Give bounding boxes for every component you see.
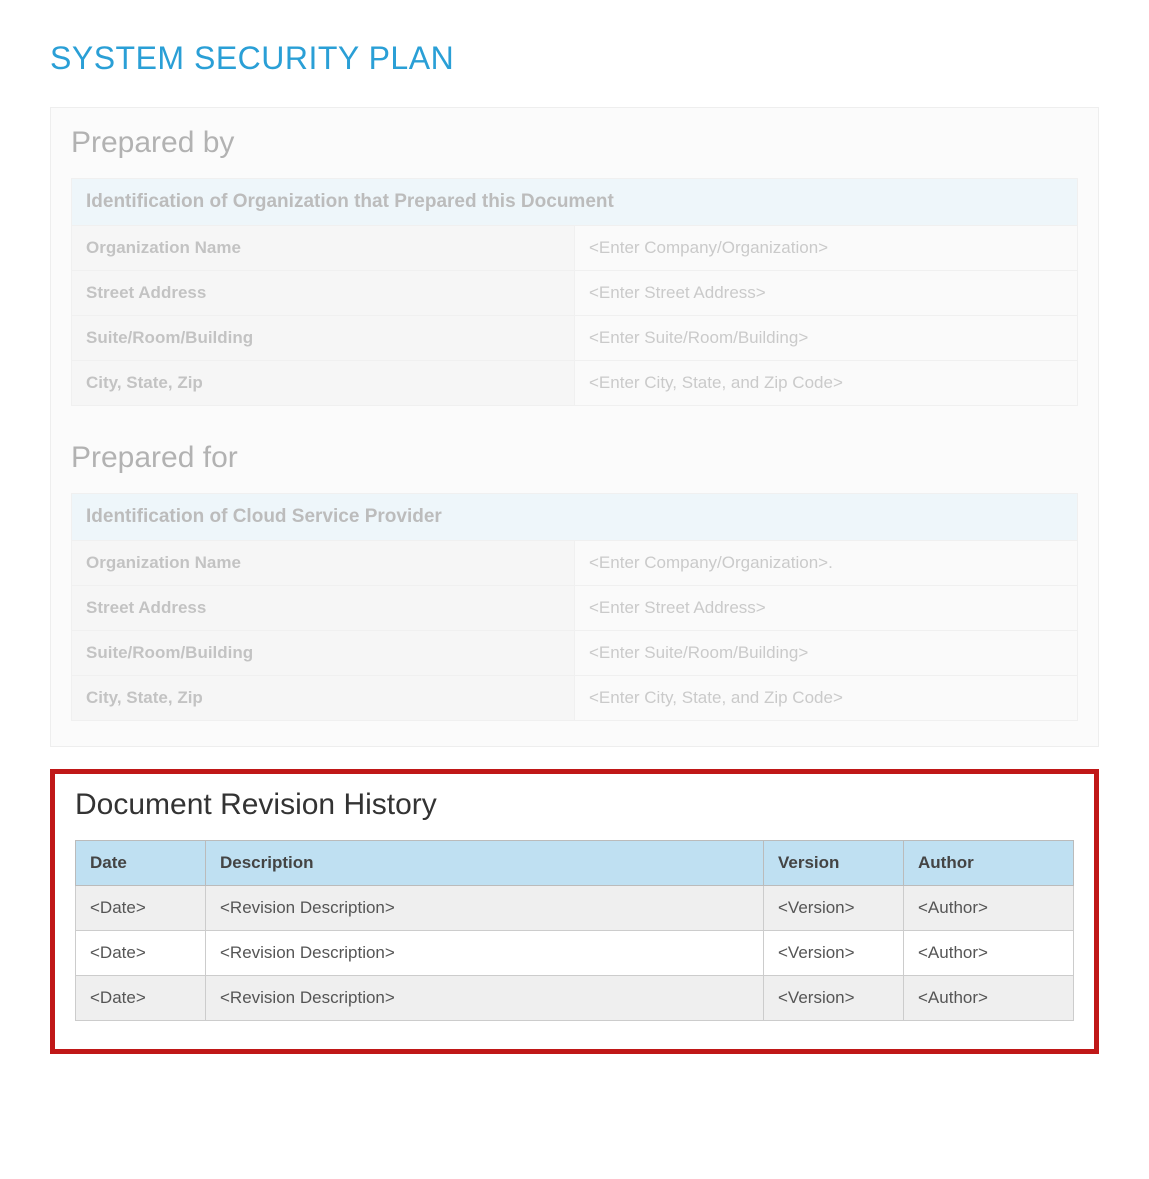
prepared-for-heading: Prepared for [71, 441, 1078, 475]
table-row: Street Address <Enter Street Address> [72, 586, 1078, 631]
revision-history-table: Date Description Version Author <Date> <… [75, 840, 1074, 1021]
col-header-author: Author [904, 841, 1074, 886]
field-label: Organization Name [72, 541, 575, 586]
table-row: Organization Name <Enter Company/Organiz… [72, 541, 1078, 586]
field-label: Street Address [72, 586, 575, 631]
cell-date: <Date> [76, 931, 206, 976]
table-row: Organization Name <Enter Company/Organiz… [72, 226, 1078, 271]
field-label: Organization Name [72, 226, 575, 271]
field-label: Street Address [72, 271, 575, 316]
cell-desc: <Revision Description> [206, 886, 764, 931]
cell-desc: <Revision Description> [206, 931, 764, 976]
field-value: <Enter City, State, and Zip Code> [575, 676, 1078, 721]
field-value: <Enter City, State, and Zip Code> [575, 361, 1078, 406]
field-label: City, State, Zip [72, 676, 575, 721]
col-header-desc: Description [206, 841, 764, 886]
cell-date: <Date> [76, 976, 206, 1021]
cell-date: <Date> [76, 886, 206, 931]
prepared-by-heading: Prepared by [71, 126, 1078, 160]
cell-version: <Version> [764, 931, 904, 976]
col-header-version: Version [764, 841, 904, 886]
cell-version: <Version> [764, 976, 904, 1021]
revision-history-heading: Document Revision History [75, 788, 1074, 822]
table-row: Suite/Room/Building <Enter Suite/Room/Bu… [72, 316, 1078, 361]
table-row: Suite/Room/Building <Enter Suite/Room/Bu… [72, 631, 1078, 676]
prepared-by-banner: Identification of Organization that Prep… [72, 179, 1078, 226]
field-value: <Enter Company/Organization>. [575, 541, 1078, 586]
field-value: <Enter Suite/Room/Building> [575, 316, 1078, 361]
table-row: City, State, Zip <Enter City, State, and… [72, 676, 1078, 721]
col-header-date: Date [76, 841, 206, 886]
prepared-sections-block: Prepared by Identification of Organizati… [50, 107, 1099, 747]
field-label: City, State, Zip [72, 361, 575, 406]
cell-version: <Version> [764, 886, 904, 931]
revision-history-block: Document Revision History Date Descripti… [50, 769, 1099, 1054]
field-value: <Enter Suite/Room/Building> [575, 631, 1078, 676]
cell-author: <Author> [904, 886, 1074, 931]
table-row: <Date> <Revision Description> <Version> … [76, 976, 1074, 1021]
prepared-for-table: Identification of Cloud Service Provider… [71, 493, 1078, 721]
table-row: Street Address <Enter Street Address> [72, 271, 1078, 316]
cell-desc: <Revision Description> [206, 976, 764, 1021]
field-value: <Enter Company/Organization> [575, 226, 1078, 271]
cell-author: <Author> [904, 931, 1074, 976]
field-label: Suite/Room/Building [72, 316, 575, 361]
field-label: Suite/Room/Building [72, 631, 575, 676]
field-value: <Enter Street Address> [575, 271, 1078, 316]
prepared-for-banner: Identification of Cloud Service Provider [72, 494, 1078, 541]
table-row: <Date> <Revision Description> <Version> … [76, 886, 1074, 931]
page-title: SYSTEM SECURITY PLAN [50, 40, 1099, 77]
cell-author: <Author> [904, 976, 1074, 1021]
table-row: City, State, Zip <Enter City, State, and… [72, 361, 1078, 406]
table-row: <Date> <Revision Description> <Version> … [76, 931, 1074, 976]
prepared-by-table: Identification of Organization that Prep… [71, 178, 1078, 406]
field-value: <Enter Street Address> [575, 586, 1078, 631]
